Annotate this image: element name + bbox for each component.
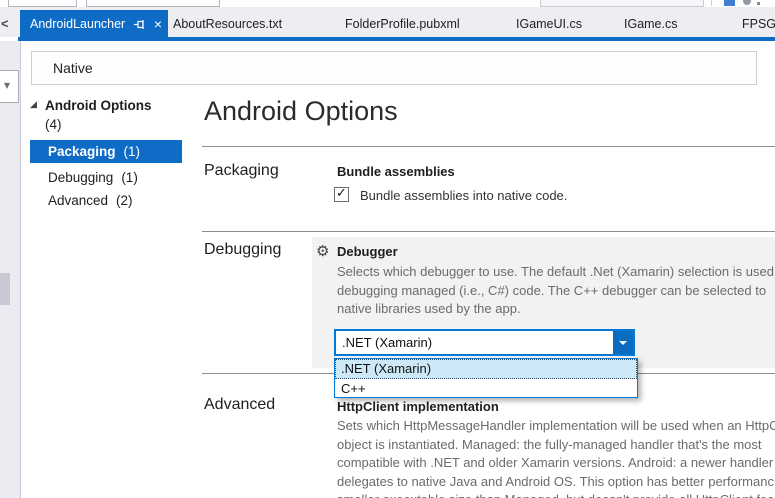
left-rail-scrollbar-thumb[interactable] bbox=[0, 273, 10, 305]
gear-icon: ⚙ bbox=[316, 243, 330, 260]
sidebar-item-packaging[interactable]: Packaging (1) bbox=[30, 140, 182, 163]
description-line: debugging managed (i.e., C#) code. The C… bbox=[337, 282, 767, 298]
bundle-assemblies-checkbox[interactable]: ✓ bbox=[334, 185, 349, 202]
tab-igame[interactable]: IGame.cs bbox=[624, 17, 678, 31]
combobox-dropdown-button[interactable] bbox=[613, 331, 633, 354]
pin-icon[interactable] bbox=[133, 18, 146, 31]
tree-expanded-icon[interactable]: ◢ bbox=[30, 99, 37, 110]
debugger-combobox-value: .NET (Xamarin) bbox=[342, 335, 433, 350]
debugger-description: Selects which debugger to use. The defau… bbox=[337, 263, 775, 320]
sidebar-item-label: Debugging bbox=[48, 170, 114, 185]
dropdown-option-net-xamarin[interactable]: .NET (Xamarin) bbox=[335, 359, 637, 379]
toolbar-separator bbox=[711, 0, 712, 6]
sidebar-root-count[interactable]: (4) bbox=[45, 117, 62, 132]
sidebar-item-label: Advanced bbox=[48, 193, 109, 208]
tab-aboutresources[interactable]: AboutResources.txt bbox=[173, 17, 282, 31]
section-heading-advanced: Advanced bbox=[204, 396, 276, 413]
left-dock-rail: ▾ bbox=[0, 41, 21, 498]
toolbar-strip-fragment bbox=[0, 0, 775, 7]
debugger-dropdown-list: .NET (Xamarin) C++ bbox=[334, 358, 638, 398]
description-line: smaller executable size than Managed, bu… bbox=[337, 491, 775, 498]
bundle-assemblies-checkbox-label: Bundle assemblies into native code. bbox=[360, 188, 568, 203]
configuration-value: Native bbox=[53, 60, 93, 76]
section-divider bbox=[202, 146, 775, 147]
tab-scroll-left-icon[interactable]: < bbox=[1, 16, 9, 31]
toolbar-searchbox-fragment bbox=[540, 0, 704, 7]
active-tab-underline bbox=[18, 37, 775, 41]
sidebar-item-count: (2) bbox=[116, 193, 133, 208]
setting-label-bundle-assemblies: Bundle assemblies bbox=[337, 164, 455, 179]
toolbar-combobox-fragment bbox=[86, 0, 220, 7]
collapsed-combobox-fragment[interactable]: ▾ bbox=[0, 70, 19, 103]
setting-label-debugger: Debugger bbox=[337, 244, 398, 259]
section-heading-packaging: Packaging bbox=[204, 162, 279, 179]
description-line: native libraries used by the app. bbox=[337, 301, 521, 316]
sidebar-item-debugging[interactable]: Debugging (1) bbox=[48, 170, 138, 185]
setting-label-httpclient: HttpClient implementation bbox=[337, 399, 499, 414]
sidebar-root-android-options[interactable]: Android Options bbox=[45, 98, 151, 113]
description-line: compatible with .NET and older Xamarin v… bbox=[337, 455, 774, 470]
configuration-combobox[interactable]: Native bbox=[31, 51, 757, 85]
sidebar-item-count: (1) bbox=[121, 170, 138, 185]
toolbar-button-icon[interactable] bbox=[724, 0, 735, 6]
vs-property-page-window: < AndroidLauncher × AboutResources.txt F… bbox=[0, 0, 775, 498]
gear-icon[interactable] bbox=[743, 0, 751, 5]
section-heading-debugging: Debugging bbox=[204, 241, 282, 258]
sidebar-item-label: Packaging bbox=[48, 144, 116, 159]
tab-folderprofile[interactable]: FolderProfile.pubxml bbox=[345, 17, 460, 31]
httpclient-description: Sets which HttpMessageHandler implementa… bbox=[337, 417, 775, 498]
tab-label: AndroidLauncher bbox=[30, 17, 126, 31]
chevron-down-icon bbox=[619, 341, 627, 345]
toolbar-dot-icon bbox=[757, 2, 760, 5]
toolbar-combobox-fragment bbox=[8, 0, 77, 7]
sidebar-item-advanced[interactable]: Advanced (2) bbox=[48, 193, 133, 208]
chevron-down-icon: ▾ bbox=[4, 78, 11, 92]
description-line: delegates to native Java and Android OS.… bbox=[337, 473, 774, 489]
description-line: Selects which debugger to use. The defau… bbox=[337, 264, 774, 279]
tab-igameui[interactable]: IGameUI.cs bbox=[516, 17, 582, 31]
debugger-combobox[interactable]: .NET (Xamarin) bbox=[334, 329, 635, 356]
tab-fpsgame[interactable]: FPSGa bbox=[742, 17, 775, 31]
section-divider bbox=[202, 231, 775, 232]
sidebar-item-count: (1) bbox=[123, 144, 141, 159]
check-icon: ✓ bbox=[336, 185, 347, 200]
close-icon[interactable]: × bbox=[154, 17, 162, 31]
page-title: Android Options bbox=[204, 96, 398, 126]
dropdown-option-cpp[interactable]: C++ bbox=[335, 379, 637, 398]
description-line: Sets which HttpMessageHandler implementa… bbox=[337, 418, 775, 433]
description-line: object is instantiated. Managed: the ful… bbox=[337, 436, 762, 452]
